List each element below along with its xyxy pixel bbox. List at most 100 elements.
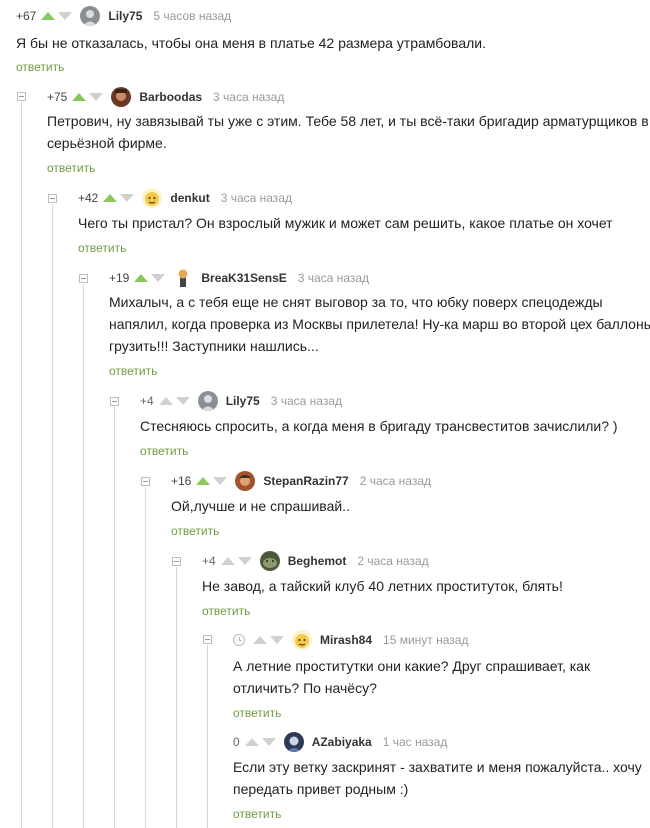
thread-line-7 bbox=[207, 645, 208, 828]
collapse-toggle-2[interactable] bbox=[48, 194, 57, 203]
comment: +42 denkut 3 часа назад Чего ты пристал?… bbox=[78, 188, 650, 259]
comment: +75 Barboodas 3 часа назад Петрович, ну … bbox=[47, 87, 650, 183]
reply-link[interactable]: ответить bbox=[78, 241, 126, 255]
collapse-toggle-4[interactable] bbox=[110, 397, 119, 406]
upvote-icon[interactable] bbox=[158, 397, 173, 405]
reply-link[interactable]: ответить bbox=[233, 706, 281, 720]
comment-time[interactable]: 3 часа назад bbox=[298, 271, 369, 285]
avatar[interactable] bbox=[142, 188, 163, 208]
thread-line-1 bbox=[21, 102, 22, 828]
upvote-icon[interactable] bbox=[103, 194, 118, 202]
comment-header: Mirash84 15 минут назад bbox=[233, 630, 468, 650]
comment-rating: +19 bbox=[109, 271, 130, 285]
comment-author[interactable]: Barboodas bbox=[139, 90, 202, 104]
comment-text: Не завод, а тайский клуб 40 летних прост… bbox=[202, 578, 563, 594]
comment-header: 0 AZabiyaka 1 час назад bbox=[233, 732, 448, 752]
collapse-toggle-1[interactable] bbox=[17, 92, 26, 101]
comment-author[interactable]: Beghemot bbox=[288, 554, 347, 568]
comment-text: Если эту ветку заскринят - захватите и м… bbox=[233, 759, 642, 797]
comment-text: Я бы не отказалась, чтобы она меня в пла… bbox=[16, 35, 486, 51]
downvote-icon[interactable] bbox=[270, 636, 284, 644]
upvote-icon[interactable] bbox=[41, 12, 56, 20]
comment-rating: +75 bbox=[47, 90, 68, 104]
comment: Mirash84 15 минут назад А летние простит… bbox=[233, 630, 650, 721]
comment-rating: +67 bbox=[16, 9, 37, 23]
comment-rating: +4 bbox=[140, 394, 154, 408]
avatar[interactable] bbox=[292, 630, 312, 650]
upvote-icon[interactable] bbox=[72, 93, 87, 101]
comment-time[interactable]: 2 часа назад bbox=[360, 474, 431, 488]
comment-time[interactable]: 3 часа назад bbox=[271, 394, 342, 408]
comment-author[interactable]: AZabiyaka bbox=[312, 735, 372, 749]
comment-author[interactable]: BreaK31SensE bbox=[201, 271, 286, 285]
avatar[interactable] bbox=[80, 6, 101, 26]
thread-line-6 bbox=[176, 567, 177, 828]
comment-header: +4 Lily75 3 часа назад bbox=[140, 391, 342, 411]
downvote-icon[interactable] bbox=[120, 194, 135, 202]
comment: 0 AZabiyaka 1 час назад Если эту ветку з… bbox=[233, 732, 650, 828]
comment-time[interactable]: 3 часа назад bbox=[213, 90, 284, 104]
comment-header: +75 Barboodas 3 часа назад bbox=[47, 87, 284, 107]
collapse-toggle-7[interactable] bbox=[203, 635, 212, 644]
comment-time[interactable]: 2 часа назад bbox=[357, 554, 428, 568]
downvote-icon[interactable] bbox=[151, 274, 166, 282]
avatar[interactable] bbox=[259, 551, 280, 571]
avatar[interactable] bbox=[197, 391, 218, 411]
collapse-toggle-5[interactable] bbox=[141, 477, 150, 486]
comment-time[interactable]: 15 минут назад bbox=[383, 633, 468, 647]
thread-line-5 bbox=[145, 487, 146, 828]
thread-line-2 bbox=[52, 204, 53, 828]
downvote-icon[interactable] bbox=[175, 397, 190, 405]
comment: +4 Beghemot 2 часа назад Не завод, а тай… bbox=[202, 551, 650, 622]
comment-author[interactable]: Mirash84 bbox=[320, 633, 372, 647]
reply-link[interactable]: ответить bbox=[233, 807, 281, 821]
clock-icon bbox=[233, 634, 245, 646]
downvote-icon[interactable] bbox=[261, 738, 276, 746]
avatar[interactable] bbox=[111, 87, 132, 107]
upvote-icon[interactable] bbox=[244, 738, 259, 746]
upvote-icon[interactable] bbox=[220, 557, 235, 565]
comment-text: Ой,лучше и не спрашивай.. bbox=[171, 498, 350, 514]
downvote-icon[interactable] bbox=[213, 477, 228, 485]
reply-link[interactable]: ответить bbox=[109, 364, 157, 378]
comment: +67 Lily75 5 часов назад Я бы не отказал… bbox=[16, 6, 650, 77]
upvote-icon[interactable] bbox=[134, 274, 149, 282]
collapse-toggle-6[interactable] bbox=[172, 557, 181, 566]
comment-text: Петрович, ну завязывай ты уже с этим. Те… bbox=[47, 113, 649, 151]
comment-header: +16 StepanRazin77 2 часа назад bbox=[171, 471, 431, 491]
avatar[interactable] bbox=[283, 732, 304, 752]
downvote-icon[interactable] bbox=[58, 12, 73, 20]
avatar[interactable] bbox=[235, 471, 256, 491]
reply-link[interactable]: ответить bbox=[140, 444, 188, 458]
comment: +16 StepanRazin77 2 часа назад Ой,лучше … bbox=[171, 471, 650, 542]
comment-text: Михалыч, а с тебя еще не снят выговор за… bbox=[109, 294, 650, 354]
comment-rating: +4 bbox=[202, 554, 216, 568]
comment-time[interactable]: 3 часа назад bbox=[221, 191, 292, 205]
comment-time[interactable]: 1 час назад bbox=[383, 735, 448, 749]
upvote-icon[interactable] bbox=[196, 477, 211, 485]
reply-link[interactable]: ответить bbox=[202, 604, 250, 618]
comment: +19 BreaK31SensE 3 часа назад Михалыч, а… bbox=[109, 268, 650, 384]
collapse-toggle-3[interactable] bbox=[79, 274, 88, 283]
reply-link[interactable]: ответить bbox=[171, 524, 219, 538]
comment-rating: +42 bbox=[78, 191, 99, 205]
comment-rating: +16 bbox=[171, 474, 192, 488]
comment-text: А летние проститутки они какие? Друг спр… bbox=[233, 658, 591, 696]
comment-text: Чего ты пристал? Он взрослый мужик и мож… bbox=[78, 215, 613, 231]
avatar[interactable] bbox=[173, 268, 194, 288]
comment-header: +67 Lily75 5 часов назад bbox=[16, 6, 231, 26]
comment: +4 Lily75 3 часа назад Стесняюсь спросит… bbox=[140, 391, 650, 462]
comment-header: +42 denkut 3 часа назад bbox=[78, 188, 292, 208]
downvote-icon[interactable] bbox=[89, 93, 104, 101]
thread-line-3 bbox=[83, 284, 84, 828]
reply-link[interactable]: ответить bbox=[47, 161, 95, 175]
comment-header: +4 Beghemot 2 часа назад bbox=[202, 551, 429, 571]
upvote-icon[interactable] bbox=[253, 636, 267, 644]
reply-link[interactable]: ответить bbox=[16, 60, 64, 74]
comment-author[interactable]: StepanRazin77 bbox=[263, 474, 348, 488]
comment-author[interactable]: denkut bbox=[170, 191, 209, 205]
downvote-icon[interactable] bbox=[237, 557, 252, 565]
comment-author[interactable]: Lily75 bbox=[226, 394, 260, 408]
comment-author[interactable]: Lily75 bbox=[108, 9, 142, 23]
comment-time[interactable]: 5 часов назад bbox=[153, 9, 231, 23]
